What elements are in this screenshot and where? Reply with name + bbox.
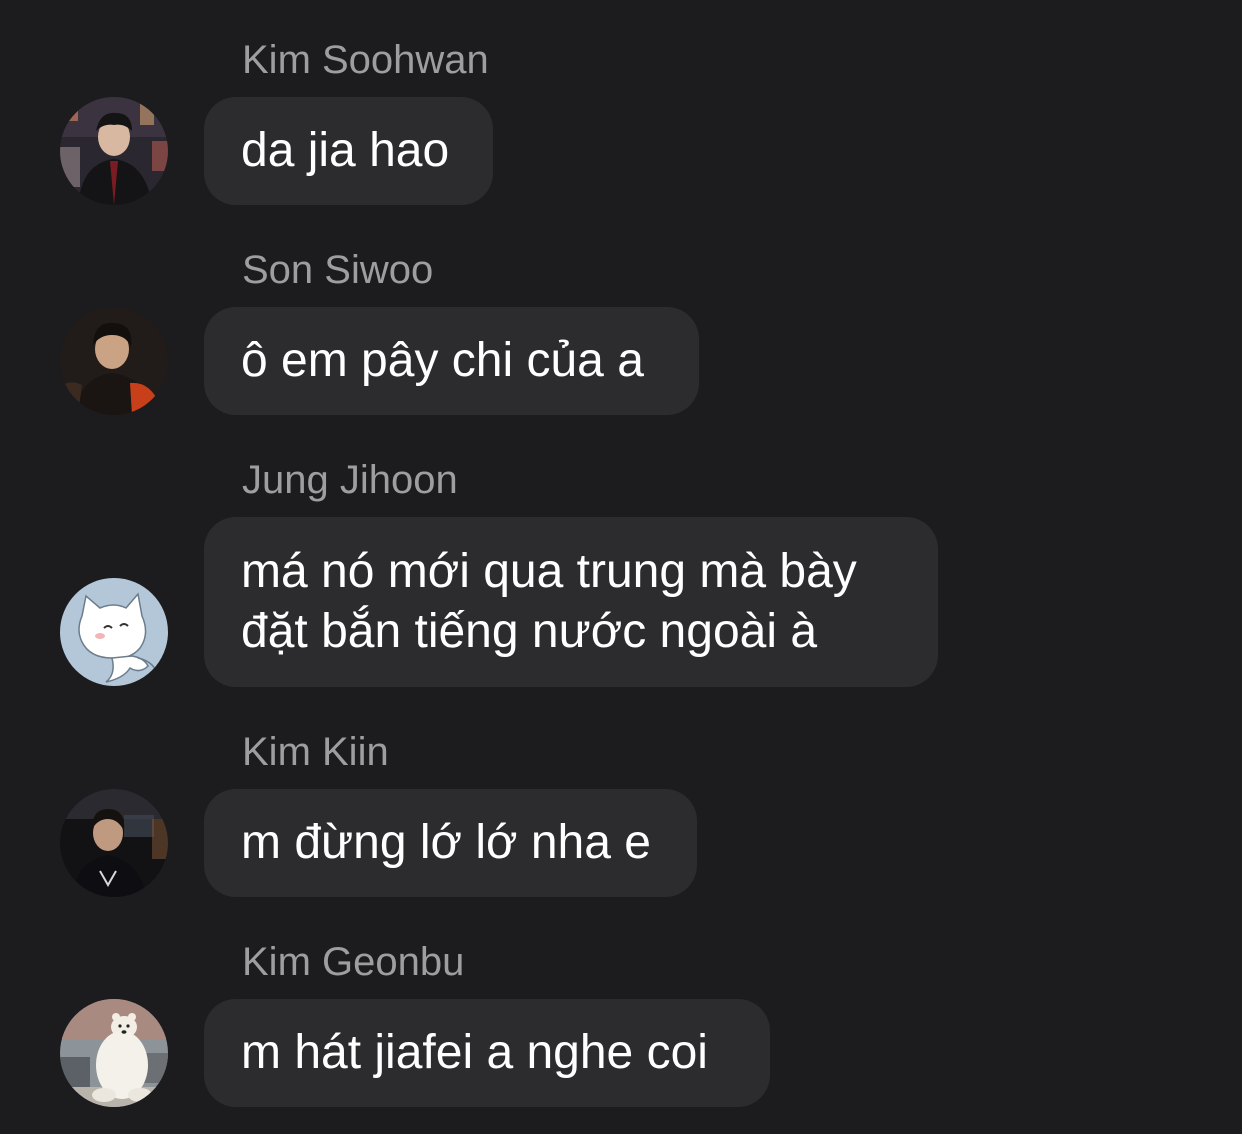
avatar[interactable] xyxy=(60,97,168,205)
message-bubble[interactable]: má nó mới qua trung mà bày đặt bắn tiếng… xyxy=(204,517,938,687)
photo-man-night-city-avatar xyxy=(60,97,168,205)
sender-name: Kim Kiin xyxy=(242,730,389,774)
message-bubble[interactable]: m hát jiafei a nghe coi xyxy=(204,999,770,1107)
avatar[interactable] xyxy=(60,789,168,897)
message-group: Son Siwoo ô em pây chi của a xyxy=(0,246,1242,416)
message-text: da jia hao xyxy=(241,124,450,177)
message-thread: Kim Soohwan da jia hao Son Siwoo ô em pâ… xyxy=(0,0,1242,1134)
message-group: Jung Jihoon má nó mới qua trung mà bày đ… xyxy=(0,456,1242,688)
polar-bear-photo-avatar xyxy=(60,999,168,1107)
message-bubble[interactable]: da jia hao xyxy=(204,97,493,205)
message-bubble[interactable]: ô em pây chi của a xyxy=(204,307,699,415)
sender-name: Kim Geonbu xyxy=(242,940,465,984)
photo-man-dark-background-avatar xyxy=(60,307,168,415)
sender-name: Son Siwoo xyxy=(242,248,434,292)
avatar[interactable] xyxy=(60,578,168,686)
white-cat-cartoon-avatar xyxy=(60,578,168,686)
sender-name: Jung Jihoon xyxy=(242,458,458,502)
message-text: m đừng lớ lớ nha e xyxy=(241,816,651,869)
message-text-line: đặt bắn tiếng nước ngoài à xyxy=(241,605,818,658)
photo-player-stage-avatar xyxy=(60,789,168,897)
message-bubble[interactable]: m đừng lớ lớ nha e xyxy=(204,789,697,897)
message-group: Kim Soohwan da jia hao xyxy=(0,36,1242,206)
message-group: Kim Geonbu m hát jiafei a nghe coi xyxy=(0,938,1242,1108)
message-text: m hát jiafei a nghe coi xyxy=(241,1026,708,1079)
avatar[interactable] xyxy=(60,307,168,415)
avatar[interactable] xyxy=(60,999,168,1107)
message-text-line: má nó mới qua trung mà bày xyxy=(241,545,857,598)
message-group: Kim Kiin m đừng lớ lớ nha e xyxy=(0,728,1242,898)
message-text: ô em pây chi của a xyxy=(241,334,644,387)
sender-name: Kim Soohwan xyxy=(242,38,489,82)
